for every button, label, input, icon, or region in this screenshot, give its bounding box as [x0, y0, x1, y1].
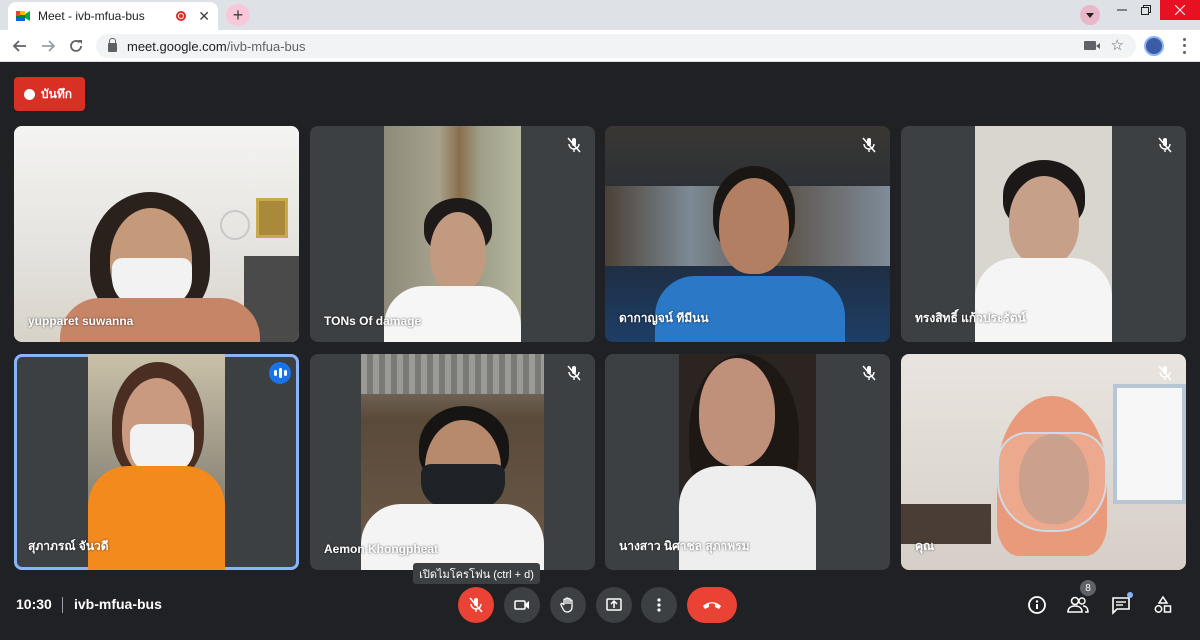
browser-toolbar: meet.google.com /ivb-mfua-bus ☆ [0, 30, 1200, 62]
recording-indicator-icon [176, 11, 187, 21]
google-meet-icon [16, 9, 30, 23]
window-close-button[interactable] [1160, 0, 1200, 20]
meeting-details-button[interactable] [1026, 594, 1048, 616]
lock-icon [108, 38, 117, 52]
bookmark-star-icon[interactable]: ☆ [1111, 36, 1124, 54]
participant-video [14, 126, 299, 342]
mic-tooltip: เปิดไมโครโฟน (ctrl + d) [413, 563, 540, 584]
profile-avatar[interactable] [1144, 36, 1164, 56]
participant-tile[interactable]: นางสาว นิศาชล สุภาพรม [605, 354, 890, 570]
wall-fan [220, 210, 250, 240]
participant-name: yupparet suwanna [28, 314, 134, 328]
background-window [1113, 384, 1186, 504]
meeting-time: 10:30 [16, 596, 52, 612]
camera-in-use-icon[interactable] [1084, 41, 1096, 50]
participant-name: ดากาญจน์ ทีมีนน [619, 311, 709, 325]
tab-title: Meet - ivb-mfua-bus [38, 9, 145, 23]
hang-up-icon [703, 602, 721, 609]
raise-hand-button[interactable] [550, 587, 586, 623]
window-restore-button[interactable] [1128, 0, 1164, 20]
browser-tab-strip: Meet - ivb-mfua-bus ✕ + [0, 0, 1200, 30]
face-shield [997, 432, 1107, 532]
speaking-indicator-icon [269, 362, 291, 384]
recording-label: บันทึก [41, 86, 72, 101]
info-icon [1028, 596, 1046, 614]
address-bar[interactable]: meet.google.com /ivb-mfua-bus ☆ [96, 34, 1136, 58]
face-mask [421, 464, 505, 508]
participant-tile[interactable]: ดากาญจน์ ทีมีนน [605, 126, 890, 342]
activities-icon [1154, 595, 1172, 613]
browser-tab-meet[interactable]: Meet - ivb-mfua-bus ✕ [8, 2, 218, 30]
browser-menu-icon[interactable] [1176, 36, 1192, 56]
mic-off-icon [862, 137, 876, 153]
url-host: meet.google.com [127, 38, 227, 54]
participant-name: Aemon Khongpheat [324, 542, 438, 556]
mic-off-icon [1158, 137, 1172, 153]
participants-button[interactable] [1067, 594, 1089, 616]
participant-video [384, 126, 521, 342]
participant-name: TONs Of damage [324, 314, 422, 328]
tab-search-icon[interactable] [1080, 5, 1100, 25]
new-tab-button[interactable]: + [226, 4, 250, 26]
participant-name: นางสาว นิศาชล สุภาพรม [619, 539, 750, 553]
activities-button[interactable] [1152, 594, 1174, 616]
present-screen-button[interactable] [596, 587, 632, 623]
chat-notification-dot [1127, 592, 1133, 598]
participant-tile[interactable]: yupparet suwanna [14, 126, 299, 342]
tab-close-button[interactable]: ✕ [198, 8, 210, 25]
chat-icon [1112, 597, 1130, 615]
mic-off-icon [567, 137, 581, 153]
url-path: /ivb-mfua-bus [226, 38, 306, 54]
participant-name: คุณ [915, 539, 935, 553]
participant-name: สุภาภรณ์ จันวดี [28, 539, 109, 553]
more-options-button[interactable] [641, 587, 677, 623]
more-vert-icon [657, 598, 661, 612]
wall-picture [256, 198, 288, 238]
present-icon [606, 598, 622, 611]
meeting-code: ivb-mfua-bus [74, 596, 162, 612]
microphone-toggle-button[interactable] [458, 587, 494, 623]
record-dot-icon [24, 88, 35, 100]
participant-tile[interactable]: สุภาภรณ์ จันวดี [14, 354, 299, 570]
participant-tile[interactable]: Aemon Khongpheat [310, 354, 595, 570]
background-roof [361, 354, 544, 394]
divider [62, 597, 63, 613]
mic-off-icon [862, 365, 876, 381]
participant-video [901, 354, 1186, 570]
camera-icon [514, 600, 529, 610]
participant-video [361, 354, 544, 570]
participant-tile[interactable]: TONs Of damage [310, 126, 595, 342]
participant-count-badge: 8 [1080, 580, 1096, 596]
people-icon [1067, 596, 1089, 613]
camera-toggle-button[interactable] [504, 587, 540, 623]
reload-icon[interactable] [66, 36, 86, 56]
leave-call-button[interactable] [687, 587, 737, 623]
back-arrow-icon[interactable] [10, 36, 30, 56]
participant-name: ทรงสิทธิ์ แก้วประรัตน์ [915, 311, 1026, 325]
participant-tile[interactable]: ทรงสิทธิ์ แก้วประรัตน์ [901, 126, 1186, 342]
mic-off-icon [567, 365, 581, 381]
mic-off-icon [469, 597, 483, 613]
mic-off-icon [1158, 365, 1172, 381]
hand-icon [560, 597, 573, 613]
participant-tile[interactable]: คุณ [901, 354, 1186, 570]
forward-arrow-icon[interactable] [38, 36, 58, 56]
recording-button[interactable]: บันทึก [14, 77, 85, 111]
